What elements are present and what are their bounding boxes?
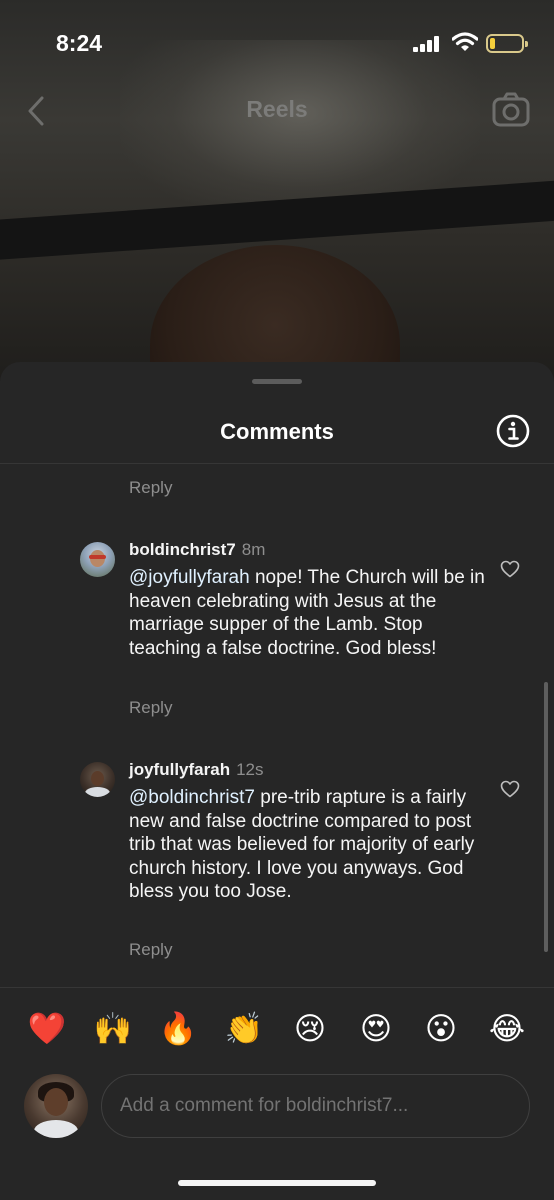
reply-button[interactable]: Reply	[129, 940, 172, 960]
status-bar: 8:24	[0, 0, 554, 88]
comment-header: boldinchrist7 8m	[129, 540, 265, 560]
comment-text: @boldinchrist7 pre-trib rapture is a fai…	[129, 786, 489, 904]
sheet-title: Comments	[220, 419, 334, 444]
cellular-signal-icon	[413, 36, 441, 52]
comment-username[interactable]: boldinchrist7	[129, 540, 236, 559]
battery-level	[490, 38, 495, 49]
emoji-heart-eyes-button[interactable]: 😍	[354, 1007, 398, 1051]
emoji-surprised-button[interactable]: 😮	[419, 1007, 463, 1051]
emoji-row-divider	[0, 987, 554, 988]
camera-icon[interactable]	[492, 92, 530, 128]
battery-icon	[486, 34, 528, 53]
comment-username[interactable]: joyfullyfarah	[129, 760, 230, 779]
comment-text: @joyfullyfarah nope! The Church will be …	[129, 566, 489, 660]
avatar[interactable]	[80, 762, 115, 797]
current-user-avatar	[24, 1074, 88, 1138]
wifi-icon	[452, 32, 478, 51]
comment-time: 8m	[241, 540, 266, 559]
emoji-clapping-button[interactable]: 👏	[222, 1007, 266, 1051]
sheet-grabber-handle[interactable]	[252, 379, 302, 384]
comment-time: 12s	[236, 760, 264, 779]
reels-title: Reels	[246, 96, 308, 122]
comments-sheet: Comments Reply boldinchrist7 8m @joyfully…	[0, 362, 554, 1200]
comment-mention[interactable]: @joyfullyfarah	[129, 567, 250, 588]
emoji-reaction-row: ❤️ 🙌 🔥 👏 😢 😍 😮 😂	[0, 1007, 554, 1051]
status-time: 8:24	[56, 30, 103, 56]
like-heart-icon[interactable]	[500, 780, 520, 798]
emoji-fire-button[interactable]: 🔥	[156, 1007, 200, 1051]
info-icon[interactable]	[496, 414, 530, 448]
comment-mention[interactable]: @boldinchrist7	[129, 787, 255, 808]
sheet-header-divider	[0, 463, 554, 464]
avatar[interactable]	[80, 542, 115, 577]
comments-scrollbar[interactable]	[544, 682, 548, 952]
emoji-raised-hands-button[interactable]: 🙌	[91, 1007, 135, 1051]
reels-header: Reels	[0, 88, 554, 134]
emoji-laughing-button[interactable]: 😂	[485, 1007, 529, 1051]
home-indicator[interactable]	[178, 1180, 376, 1186]
add-comment-input[interactable]	[101, 1074, 530, 1138]
emoji-crying-button[interactable]: 😢	[288, 1007, 332, 1051]
emoji-heart-button[interactable]: ❤️	[25, 1007, 69, 1051]
reply-button[interactable]: Reply	[129, 478, 172, 498]
like-heart-icon[interactable]	[500, 560, 520, 578]
comment-header: joyfullyfarah 12s	[129, 760, 264, 780]
reply-button[interactable]: Reply	[129, 698, 172, 718]
